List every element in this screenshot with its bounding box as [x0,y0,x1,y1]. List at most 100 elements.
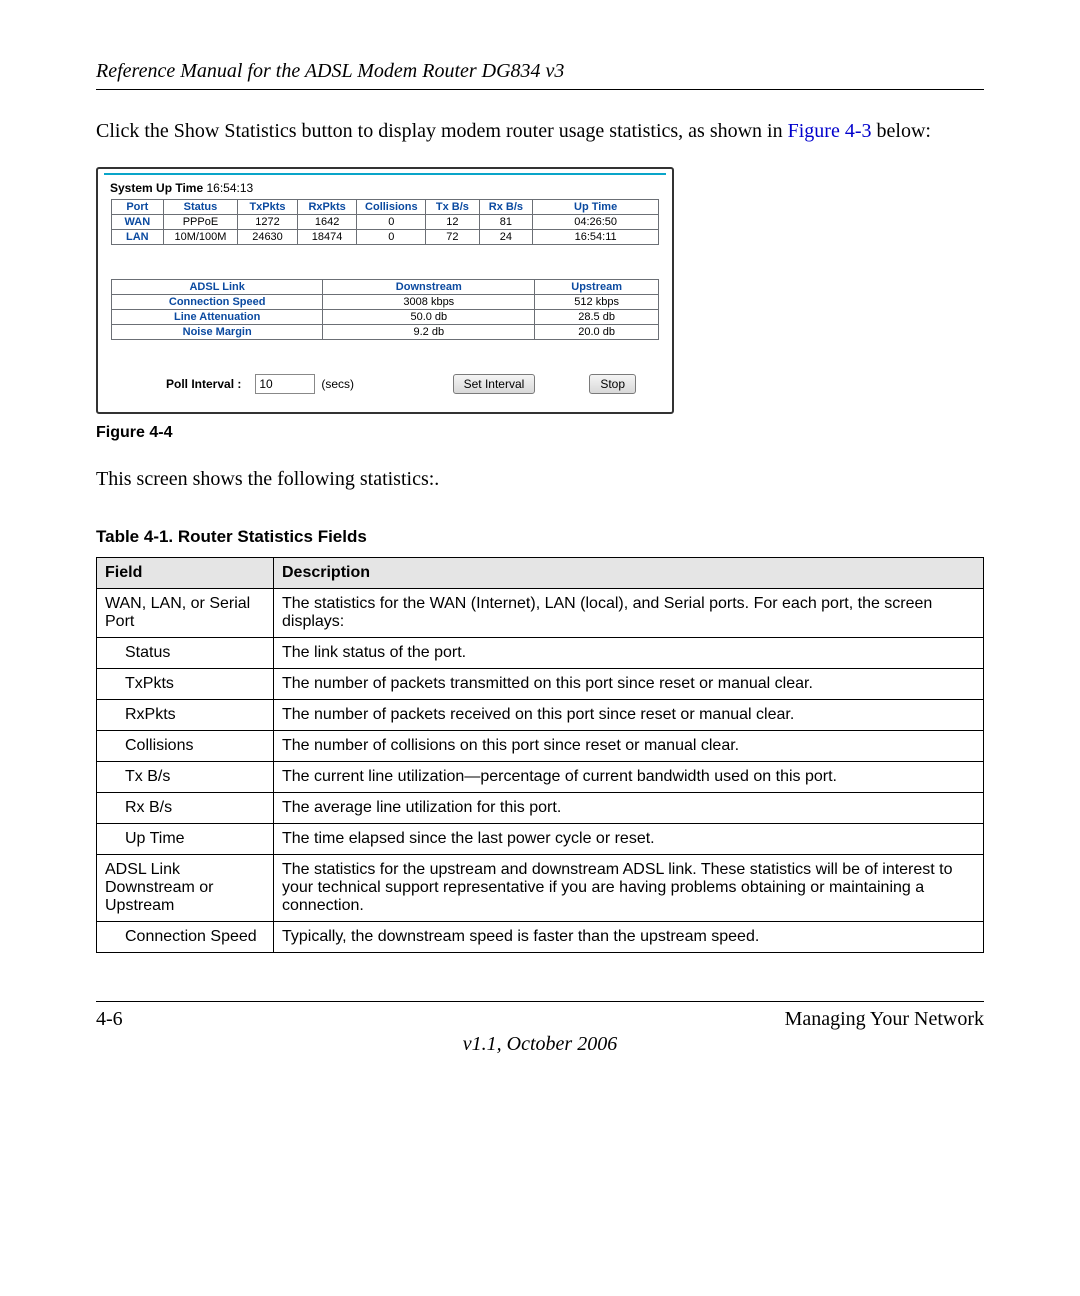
footer-rule [96,1001,984,1002]
table-row: LAN 10M/100M 24630 18474 0 72 24 16:54:1… [112,230,659,245]
table-title: Table 4-1. Router Statistics Fields [96,527,984,547]
table-row: CollisionsThe number of collisions on th… [97,731,984,762]
adsl-link-table: ADSL Link Downstream Upstream Connection… [111,279,659,340]
table-row: WAN PPPoE 1272 1642 0 12 81 04:26:50 [112,215,659,230]
cell-up: 512 kbps [535,295,659,310]
figure-caption: Figure 4-4 [96,424,984,442]
table-header-row: Port Status TxPkts RxPkts Collisions Tx … [112,200,659,215]
header-rule [96,89,984,90]
description-cell: Typically, the downstream speed is faste… [274,922,984,953]
cell-txbs: 12 [426,215,479,230]
description-cell: The number of collisions on this port si… [274,731,984,762]
cell-down: 9.2 db [323,325,535,340]
table-row: Connection Speed 3008 kbps 512 kbps [112,295,659,310]
description-cell: The link status of the port. [274,638,984,669]
cell-up: 28.5 db [535,310,659,325]
field-cell: WAN, LAN, or Serial Port [97,589,274,638]
poll-interval-label: Poll Interval : [166,377,241,391]
footer-version: v1.1, October 2006 [96,1033,984,1056]
intro-pre: Click the Show Statistics button to disp… [96,120,788,142]
cell-port: LAN [112,230,164,245]
th-status: Status [163,200,238,215]
router-statistics-fields-table: Field Description WAN, LAN, or Serial Po… [96,557,984,953]
doc-header-title: Reference Manual for the ADSL Modem Rout… [96,60,984,83]
cell-down: 3008 kbps [323,295,535,310]
description-cell: The current line utilization—percentage … [274,762,984,793]
footer-row: 4-6 Managing Your Network [96,1008,984,1031]
cell-tx: 24630 [238,230,297,245]
field-cell: Rx B/s [97,793,274,824]
th-rxbs: Rx B/s [479,200,533,215]
table-row: RxPktsThe number of packets received on … [97,700,984,731]
field-cell: Connection Speed [97,922,274,953]
system-uptime-label: System Up Time [110,181,203,195]
cell-rx: 18474 [297,230,357,245]
table-row: WAN, LAN, or Serial PortThe statistics f… [97,589,984,638]
th-port: Port [112,200,164,215]
cell-col: 0 [357,230,426,245]
stop-button[interactable]: Stop [589,374,636,394]
table-row: Up TimeThe time elapsed since the last p… [97,824,984,855]
field-cell: RxPkts [97,700,274,731]
cell-txbs: 72 [426,230,479,245]
table-header-row: Field Description [97,558,984,589]
th-rxpkts: RxPkts [297,200,357,215]
port-stats-table: Port Status TxPkts RxPkts Collisions Tx … [111,199,659,245]
cell-up: 16:54:11 [533,230,659,245]
description-cell: The number of packets transmitted on thi… [274,669,984,700]
intro-paragraph: Click the Show Statistics button to disp… [96,118,984,145]
section-name: Managing Your Network [785,1008,984,1031]
shot-top-rule [104,173,666,175]
table-row: Connection SpeedTypically, the downstrea… [97,922,984,953]
table-row: TxPktsThe number of packets transmitted … [97,669,984,700]
cell-down: 50.0 db [323,310,535,325]
th-collisions: Collisions [357,200,426,215]
poll-interval-unit: (secs) [321,377,354,391]
row-label: Connection Speed [112,295,323,310]
figure-ref-link[interactable]: Figure 4-3 [788,120,872,142]
cell-rxbs: 24 [479,230,533,245]
description-cell: The number of packets received on this p… [274,700,984,731]
set-interval-button[interactable]: Set Interval [453,374,536,394]
th-upstream: Upstream [535,280,659,295]
table-row: Line Attenuation 50.0 db 28.5 db [112,310,659,325]
intro-post: below: [872,120,931,142]
table-row: Rx B/sThe average line utilization for t… [97,793,984,824]
statistics-screenshot: System Up Time 16:54:13 Port Status TxPk… [96,167,674,414]
cell-up: 20.0 db [535,325,659,340]
table-row: StatusThe link status of the port. [97,638,984,669]
field-cell: Up Time [97,824,274,855]
description-cell: The statistics for the upstream and down… [274,855,984,922]
table-row: Tx B/sThe current line utilization—perce… [97,762,984,793]
cell-status: 10M/100M [163,230,238,245]
system-uptime: System Up Time 16:54:13 [110,181,666,195]
cell-up: 04:26:50 [533,215,659,230]
cell-status: PPPoE [163,215,238,230]
page-number: 4-6 [96,1008,123,1031]
th-description: Description [274,558,984,589]
cell-col: 0 [357,215,426,230]
cell-port: WAN [112,215,164,230]
th-field: Field [97,558,274,589]
row-label: Line Attenuation [112,310,323,325]
field-cell: Status [97,638,274,669]
table-header-row: ADSL Link Downstream Upstream [112,280,659,295]
description-cell: The time elapsed since the last power cy… [274,824,984,855]
poll-interval-row: Poll Interval : (secs) Set Interval Stop [104,374,666,394]
th-adsl-link: ADSL Link [112,280,323,295]
field-cell: Collisions [97,731,274,762]
table-row: Noise Margin 9.2 db 20.0 db [112,325,659,340]
description-cell: The statistics for the WAN (Internet), L… [274,589,984,638]
table-row: ADSL Link Downstream or UpstreamThe stat… [97,855,984,922]
system-uptime-value: 16:54:13 [207,181,254,195]
th-txbs: Tx B/s [426,200,479,215]
description-cell: The average line utilization for this po… [274,793,984,824]
row-label: Noise Margin [112,325,323,340]
after-figure-text: This screen shows the following statisti… [96,466,984,493]
poll-interval-input[interactable] [255,374,315,394]
th-downstream: Downstream [323,280,535,295]
cell-rxbs: 81 [479,215,533,230]
th-uptime: Up Time [533,200,659,215]
field-cell: ADSL Link Downstream or Upstream [97,855,274,922]
th-txpkts: TxPkts [238,200,297,215]
